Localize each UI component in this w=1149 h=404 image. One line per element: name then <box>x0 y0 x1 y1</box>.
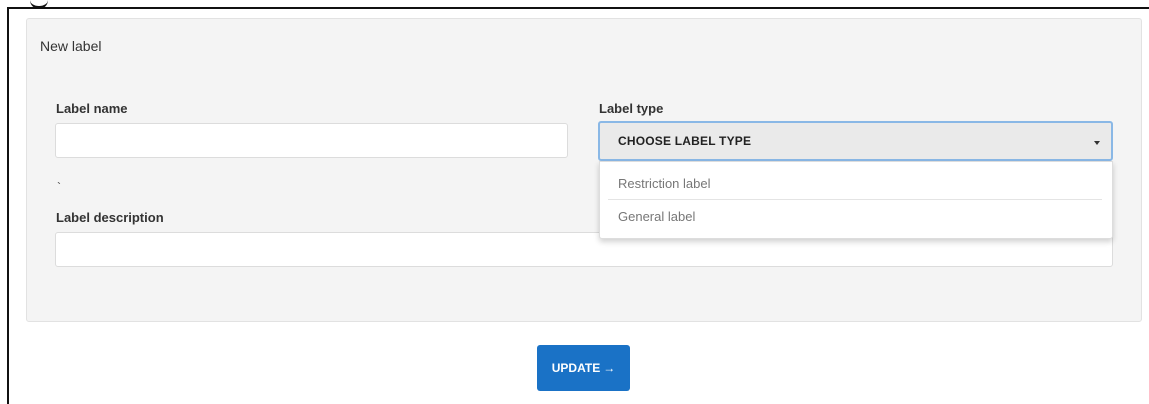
option-general-label[interactable]: General label <box>608 201 1102 239</box>
label-type-dropdown: Restriction label General label <box>599 161 1113 239</box>
label-name-input[interactable] <box>55 123 568 158</box>
label-type-select[interactable]: CHOOSE LABEL TYPE <box>598 121 1113 161</box>
chevron-down-icon <box>1094 141 1100 145</box>
window-frame-left <box>7 7 9 404</box>
panel-title: New label <box>40 38 102 54</box>
label-name-label: Label name <box>56 101 128 116</box>
option-restriction-label[interactable]: Restriction label <box>608 162 1102 200</box>
update-button[interactable]: UPDATE → <box>537 345 630 391</box>
label-type-selected-value: CHOOSE LABEL TYPE <box>618 134 752 148</box>
label-description-label: Label description <box>56 210 164 225</box>
update-button-label: UPDATE <box>551 361 601 375</box>
label-type-label: Label type <box>599 101 664 116</box>
arrow-right-icon: → <box>603 361 616 375</box>
stray-mark: ` <box>57 180 61 194</box>
new-label-panel: New label Label name Label type ` Label … <box>26 18 1142 322</box>
window-frame-top <box>7 7 1149 9</box>
